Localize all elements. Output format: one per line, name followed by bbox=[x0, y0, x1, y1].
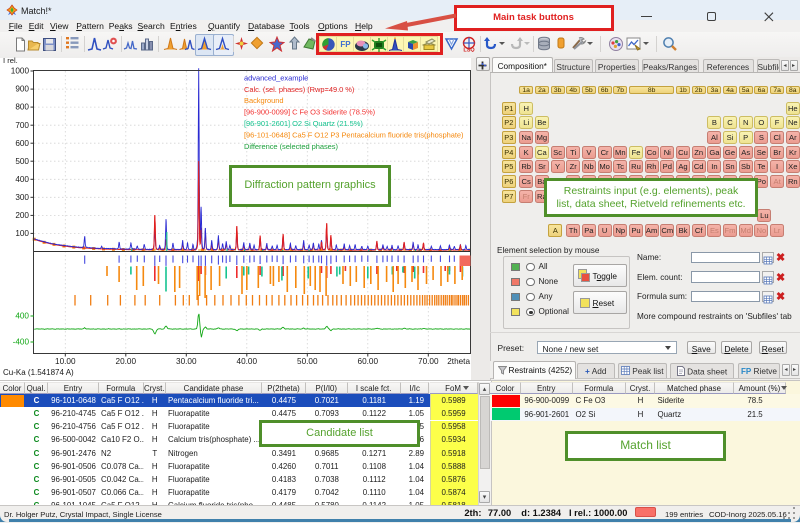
svg-text:700: 700 bbox=[15, 121, 29, 130]
svg-text:70.00: 70.00 bbox=[418, 357, 439, 366]
svg-text:40.00: 40.00 bbox=[237, 357, 258, 366]
svg-text:600: 600 bbox=[15, 139, 29, 148]
svg-text:400: 400 bbox=[15, 175, 29, 184]
svg-text:500: 500 bbox=[15, 157, 29, 166]
svg-text:100: 100 bbox=[15, 229, 29, 238]
svg-text:[96-900-0099] C Fe O3 Siderite: [96-900-0099] C Fe O3 Siderite (78.5%) bbox=[244, 108, 376, 117]
svg-text:200: 200 bbox=[15, 211, 29, 220]
svg-text:60.00: 60.00 bbox=[358, 357, 379, 366]
svg-text:50.00: 50.00 bbox=[297, 357, 318, 366]
svg-text:-400: -400 bbox=[13, 338, 30, 347]
svg-text:[96-101-0648] Ca5 F O12 P3 Pen: [96-101-0648] Ca5 F O12 P3 Pentacalcium … bbox=[244, 131, 464, 140]
svg-text:advanced_example: advanced_example bbox=[244, 73, 308, 82]
svg-text:900: 900 bbox=[15, 85, 29, 94]
svg-text:Difference (selected phases): Difference (selected phases) bbox=[244, 142, 338, 151]
svg-text:300: 300 bbox=[15, 193, 29, 202]
svg-text:I rel.: I rel. bbox=[3, 57, 18, 65]
svg-text:Calc. (sel. phases) (Rwp=49.0: Calc. (sel. phases) (Rwp=49.0 %) bbox=[244, 85, 355, 94]
svg-text:20.00: 20.00 bbox=[116, 357, 137, 366]
svg-text:2theta: 2theta bbox=[447, 357, 470, 366]
svg-text:10.00: 10.00 bbox=[55, 357, 76, 366]
svg-text:Cu-Ka (1.541874 A): Cu-Ka (1.541874 A) bbox=[3, 368, 74, 377]
svg-text:800: 800 bbox=[15, 103, 29, 112]
svg-text:Background: Background bbox=[244, 96, 284, 105]
svg-text:30.00: 30.00 bbox=[176, 357, 197, 366]
svg-text:1000: 1000 bbox=[11, 67, 30, 76]
svg-text:[96-901-2601] O2 Si Quartz (21: [96-901-2601] O2 Si Quartz (21.5%) bbox=[244, 119, 363, 128]
svg-text:400: 400 bbox=[15, 312, 29, 321]
svg-text:LSQ: LSQ bbox=[463, 48, 475, 53]
